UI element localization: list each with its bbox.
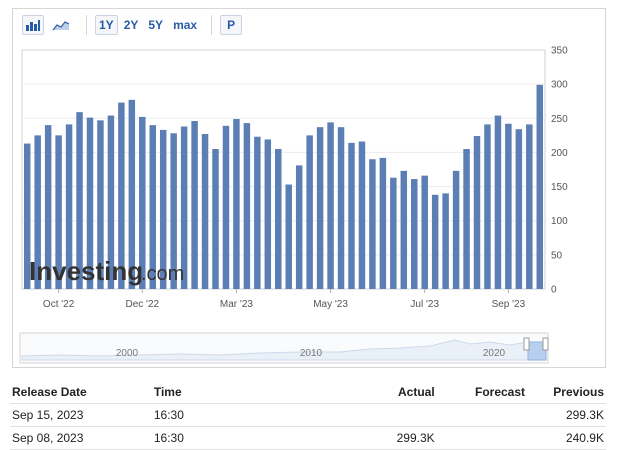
- bar[interactable]: [505, 123, 512, 290]
- x-tick-label: Mar '23: [220, 299, 253, 310]
- bar[interactable]: [369, 159, 376, 289]
- navigator-label: 2020: [483, 348, 506, 359]
- release-date: Sep 15, 2023: [10, 403, 152, 427]
- bar[interactable]: [442, 193, 449, 289]
- navigator-label: 2010: [300, 348, 323, 359]
- bar[interactable]: [515, 129, 523, 289]
- bar[interactable]: [201, 133, 209, 289]
- bar[interactable]: [473, 136, 481, 289]
- bar[interactable]: [431, 194, 439, 289]
- y-tick-label: 300: [551, 80, 568, 91]
- header-previous: Previous: [527, 381, 606, 404]
- release-actual: 299.3K: [362, 426, 437, 450]
- y-tick-label: 0: [551, 285, 557, 296]
- watermark-brand: Investing: [29, 256, 143, 286]
- bar[interactable]: [254, 136, 261, 289]
- navigator-label: 2000: [116, 348, 139, 359]
- navigator-handle-left[interactable]: [523, 337, 530, 351]
- x-tick-label: Dec '22: [125, 299, 159, 310]
- bar[interactable]: [348, 142, 355, 289]
- bar[interactable]: [316, 127, 324, 289]
- bar[interactable]: [411, 179, 418, 289]
- bar[interactable]: [264, 139, 272, 289]
- table-row: Sep 15, 2023 16:30 299.3K: [10, 403, 606, 427]
- bar[interactable]: [243, 123, 251, 290]
- bar[interactable]: [390, 177, 397, 289]
- bar[interactable]: [452, 170, 460, 289]
- y-tick-label: 250: [551, 114, 568, 125]
- watermark-suffix: .com: [141, 263, 184, 285]
- bar[interactable]: [222, 125, 230, 289]
- bar[interactable]: [400, 170, 408, 289]
- x-tick-label: Sep '23: [492, 299, 526, 310]
- bar[interactable]: [327, 122, 334, 289]
- y-tick-label: 150: [551, 182, 568, 193]
- navigator-handle-right[interactable]: [542, 337, 549, 351]
- bar[interactable]: [379, 157, 387, 289]
- y-tick-label: 50: [551, 250, 563, 261]
- release-actual: [362, 403, 437, 427]
- bar[interactable]: [494, 115, 502, 289]
- release-date: Sep 08, 2023: [10, 426, 152, 450]
- release-forecast: [436, 403, 528, 427]
- bar[interactable]: [306, 135, 313, 289]
- header-forecast: Forecast: [436, 381, 528, 404]
- navigator[interactable]: 2000 2010 2020: [19, 332, 549, 364]
- bar-chart: 0 50 100 150 200 250 300 350 Oct '22 Dec '22 Mar …: [19, 46, 568, 364]
- bar[interactable]: [295, 165, 303, 289]
- release-forecast: [436, 426, 528, 450]
- bar[interactable]: [275, 149, 282, 289]
- x-tick-label: Jul '23: [410, 299, 439, 310]
- release-previous: 240.9K: [527, 426, 606, 450]
- header-release-date: Release Date: [10, 381, 152, 404]
- y-axis: 0 50 100 150 200 250 300 350: [551, 46, 568, 296]
- release-table: Release Date Time Actual Forecast Previo…: [10, 381, 606, 450]
- bar[interactable]: [233, 118, 240, 290]
- bar[interactable]: [536, 84, 544, 289]
- bar[interactable]: [212, 149, 219, 289]
- header-gap: [329, 381, 363, 404]
- release-previous: 299.3K: [527, 403, 606, 427]
- header-actual: Actual: [362, 381, 437, 404]
- bar[interactable]: [463, 149, 470, 289]
- x-tick-label: Oct '22: [43, 299, 75, 310]
- y-tick-label: 100: [551, 216, 568, 227]
- release-time: 16:30: [151, 403, 330, 427]
- bar[interactable]: [337, 127, 345, 289]
- bar[interactable]: [484, 124, 491, 289]
- bar[interactable]: [358, 141, 366, 289]
- y-tick-label: 350: [551, 46, 568, 57]
- header-time: Time: [151, 381, 330, 404]
- bar[interactable]: [191, 121, 198, 289]
- x-axis: Oct '22 Dec '22 Mar '23 May '23 Jul '23 Sep '…: [43, 289, 526, 310]
- bar[interactable]: [421, 175, 428, 289]
- y-tick-label: 200: [551, 148, 568, 159]
- x-tick-label: May '23: [313, 299, 348, 310]
- table-row: Sep 08, 2023 16:30 299.3K 240.9K: [10, 426, 606, 450]
- release-time: 16:30: [151, 426, 330, 450]
- release-table-header: Release Date Time Actual Forecast Previo…: [10, 381, 606, 404]
- bar[interactable]: [526, 124, 533, 289]
- bar[interactable]: [285, 184, 292, 289]
